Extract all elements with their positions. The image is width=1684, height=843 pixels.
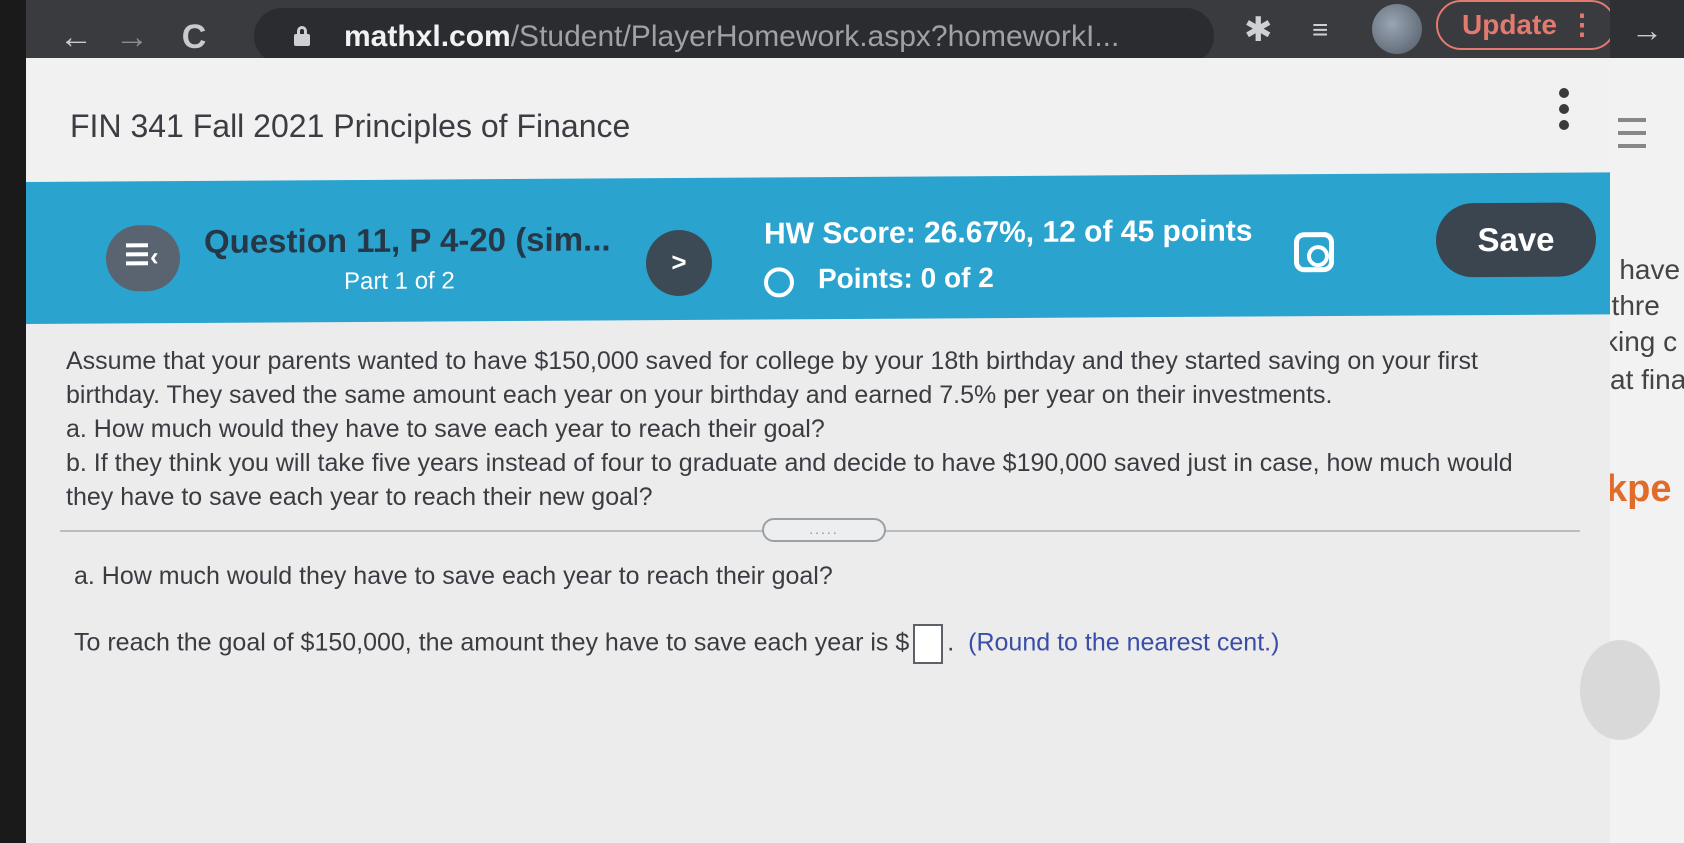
lock-icon [294, 26, 310, 46]
answer-line: To reach the goal of $150,000, the amoun… [74, 624, 1279, 664]
back-arrow-icon[interactable]: ← [56, 14, 96, 60]
next-question-button[interactable]: > [646, 229, 712, 297]
collapse-chevron-icon: ‹ [150, 241, 159, 272]
answer-question: a. How much would they have to save each… [74, 562, 833, 590]
list-icon [126, 243, 148, 248]
rounding-note: (Round to the nearest cent.) [968, 628, 1280, 657]
hamburger-icon [1618, 118, 1646, 158]
hw-score: HW Score: 26.67%, 12 of 45 points [764, 214, 1253, 251]
question-title: Question 11, P 4-20 (sim... [204, 220, 611, 260]
url-text[interactable]: mathxl.com/Student/PlayerHomework.aspx?h… [344, 20, 1119, 54]
more-options-icon[interactable] [1554, 88, 1574, 140]
profile-avatar[interactable] [1372, 4, 1422, 54]
points-text: Points: 0 of 2 [818, 262, 994, 295]
extensions-puzzle-icon[interactable]: ✱ [1244, 10, 1273, 50]
url-path: /Student/PlayerHomework.aspx?homeworkI..… [510, 20, 1120, 53]
bg-line-4: at fina [1610, 364, 1684, 395]
question-bar: ‹ Question 11, P 4-20 (sim... Part 1 of … [26, 172, 1610, 324]
answer-input[interactable] [913, 624, 944, 664]
answer-prefix: To reach the goal of $150,000, the amoun… [74, 628, 910, 657]
background-shape [1580, 640, 1660, 740]
update-button[interactable]: Update ⋮ [1436, 0, 1616, 50]
course-title: FIN 341 Fall 2021 Principles of Finance [70, 108, 631, 144]
problem-part-b: b. If they think you will take five year… [66, 449, 1513, 511]
homework-page: FIN 341 Fall 2021 Principles of Finance … [26, 58, 1610, 843]
update-label: Update [1462, 9, 1557, 40]
forward-arrow-icon[interactable]: → [112, 14, 152, 60]
problem-part-a: a. How much would they have to save each… [66, 415, 825, 443]
save-button[interactable]: Save [1436, 202, 1596, 278]
reload-icon[interactable]: C [174, 14, 214, 60]
bg-line-3: king c [1604, 326, 1678, 357]
url-domain: mathxl.com [344, 20, 511, 53]
settings-gear-icon[interactable] [1294, 232, 1334, 273]
question-part: Part 1 of 2 [344, 267, 455, 296]
browser-menu-icon[interactable]: ⋮ [1568, 2, 1596, 48]
screen: ← → C mathxl.com/Student/PlayerHomework.… [0, 0, 1684, 843]
problem-statement: Assume that your parents wanted to have … [66, 344, 1566, 514]
points-status-icon [764, 267, 794, 298]
bg-orange-text: kpe [1606, 468, 1672, 510]
problem-intro: Assume that your parents wanted to have … [66, 347, 1478, 409]
resize-handle[interactable]: ..... [762, 518, 886, 542]
answer-suffix: . [947, 628, 955, 657]
reading-list-icon[interactable]: ≡ [1312, 14, 1328, 46]
course-header: FIN 341 Fall 2021 Principles of Finance [26, 58, 1610, 182]
question-menu-button[interactable]: ‹ [106, 225, 180, 292]
address-bar[interactable]: mathxl.com/Student/PlayerHomework.aspx?h… [254, 8, 1404, 64]
